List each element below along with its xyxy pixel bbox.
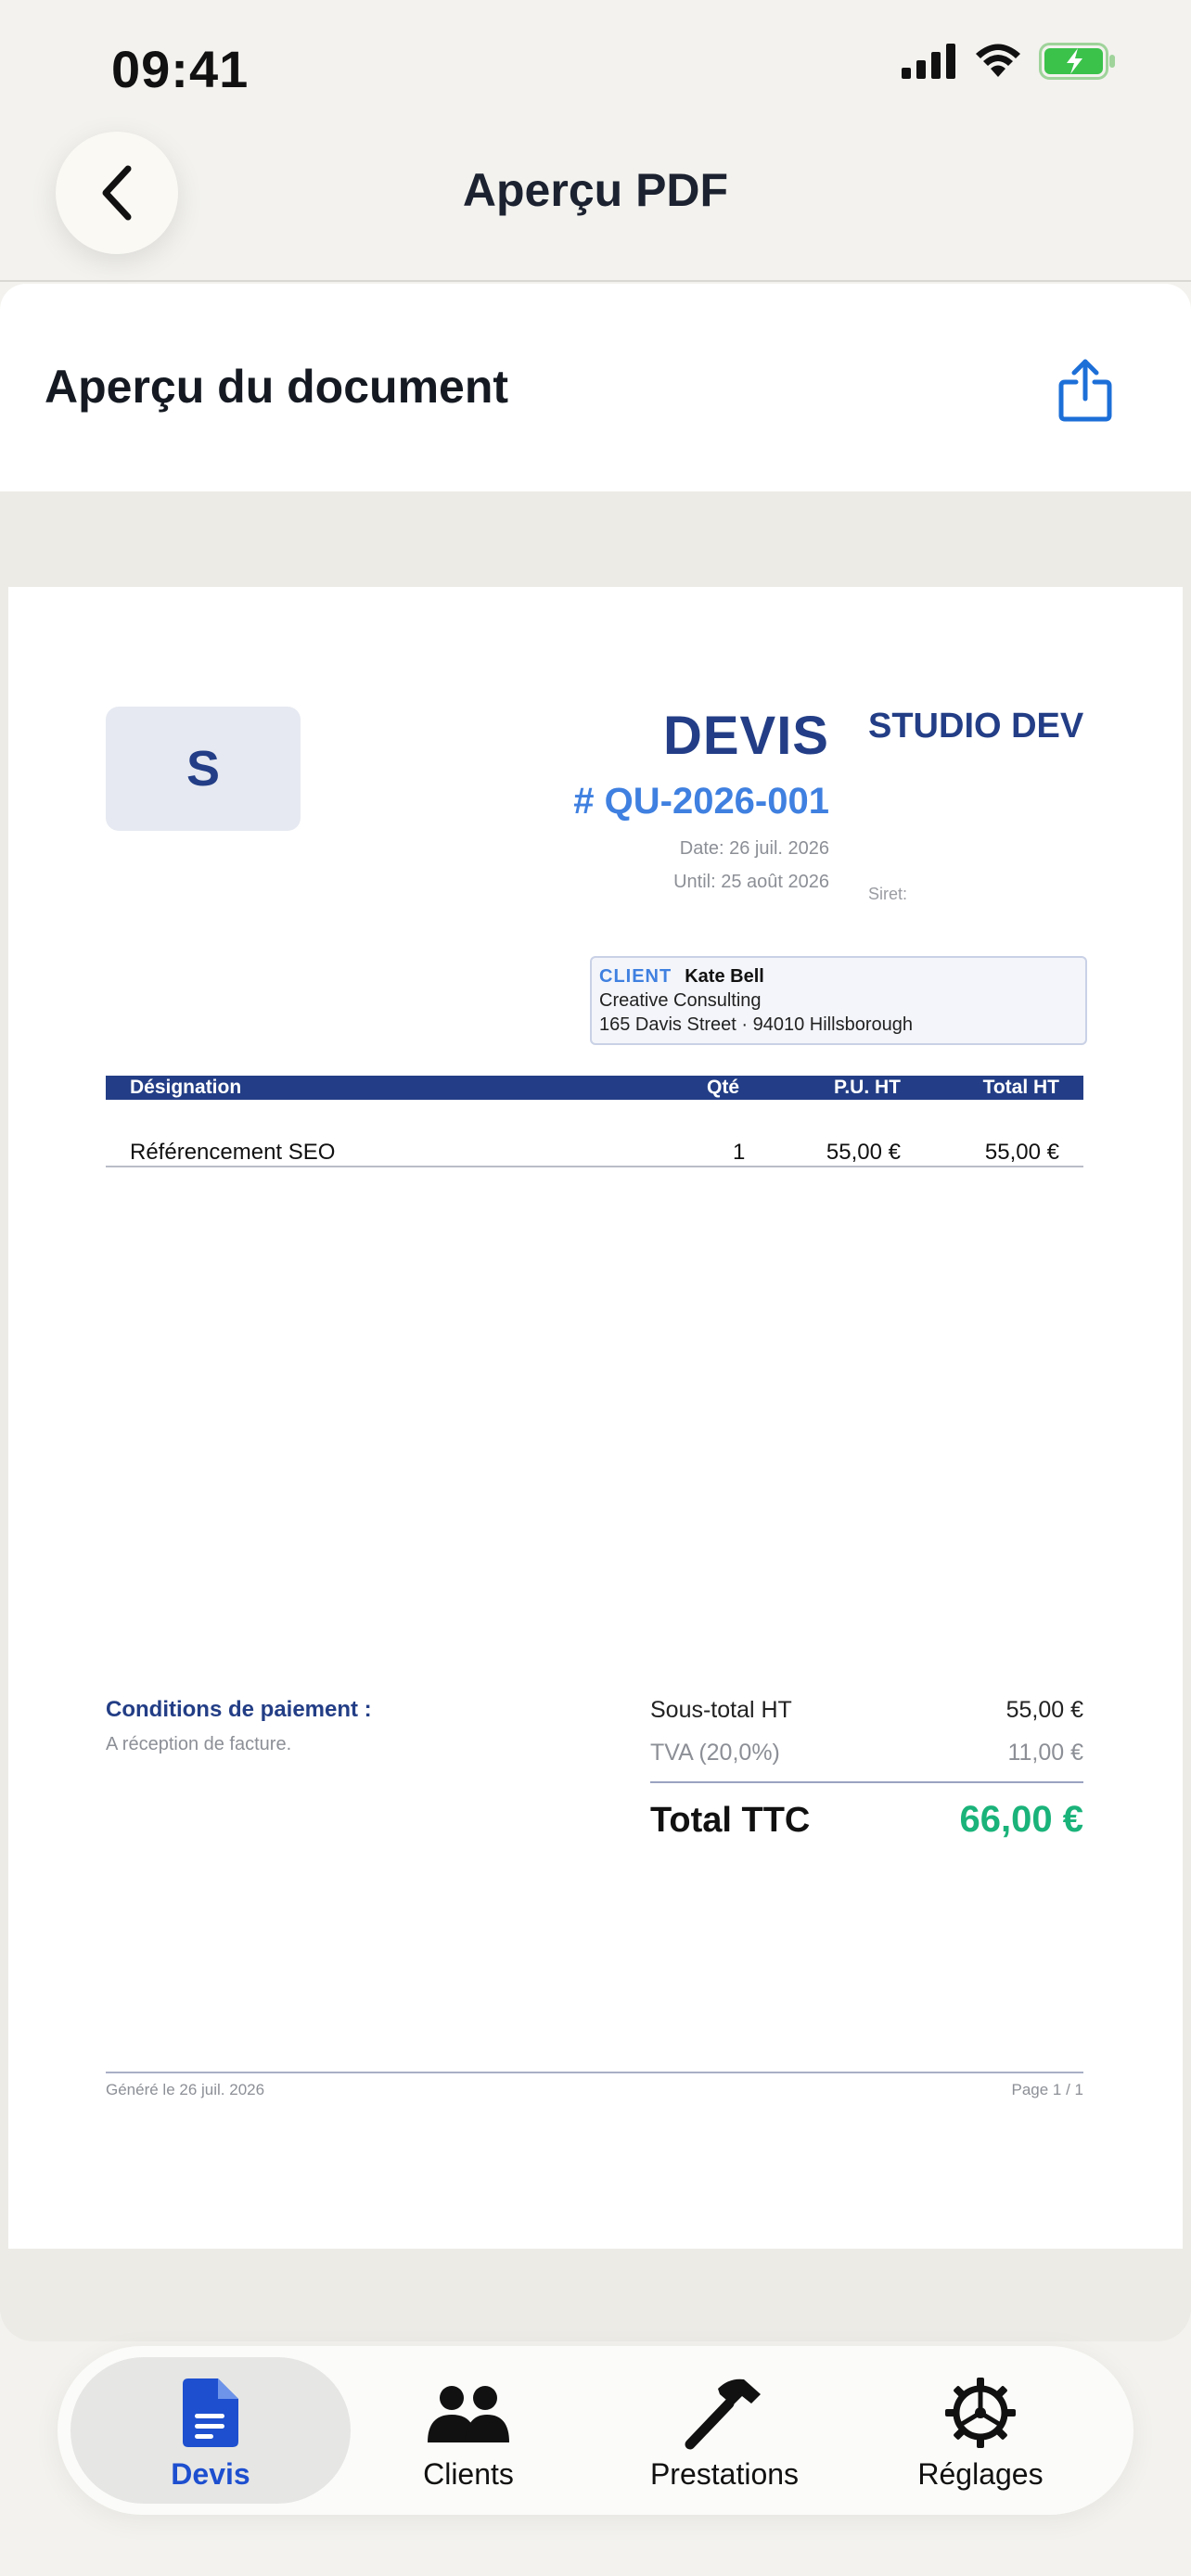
client-address: 165 Davis Street · 94010 Hillsborough (599, 1014, 913, 1035)
tab-label-prestations: Prestations (649, 2457, 800, 2491)
company-name: STUDIO DEV (868, 707, 1084, 746)
people-icon (428, 2386, 509, 2442)
tva-label: TVA (20,0%) (650, 1740, 780, 1766)
share-button[interactable] (1056, 358, 1115, 423)
document-icon (183, 2378, 238, 2447)
tab-devis[interactable]: Devis (70, 2357, 351, 2504)
tab-prestations[interactable]: Prestations (584, 2357, 864, 2504)
row-divider (106, 1166, 1083, 1167)
column-header-qty: Qté (707, 1077, 740, 1098)
signal-icon (902, 44, 955, 79)
column-header-designation: Désignation (130, 1077, 242, 1098)
document-type: DEVIS (662, 706, 829, 766)
tab-label-clients: Clients (423, 2457, 514, 2491)
subtotal-label: Sous-total HT (650, 1697, 792, 1723)
nav-divider (0, 280, 1191, 282)
document-number: # QU-2026-001 (573, 781, 829, 822)
footer-divider (106, 2072, 1083, 2073)
section-title: Aperçu du document (45, 361, 509, 413)
subtotal-value: 55,00 € (1005, 1697, 1083, 1723)
row-designation: Référencement SEO (130, 1140, 336, 1165)
table-header (106, 1076, 1083, 1100)
status-time: 09:41 (111, 40, 250, 98)
page-title: Aperçu PDF (462, 164, 729, 216)
share-icon (1058, 359, 1112, 422)
total-ttc-label: Total TTC (650, 1801, 811, 1840)
client-header: CLIENT Kate Bell (599, 966, 764, 988)
pdf-page (8, 587, 1183, 2249)
company-siret: Siret: (868, 885, 908, 903)
tab-clients[interactable]: Clients (328, 2357, 608, 2504)
client-tag: CLIENT (599, 966, 672, 987)
footer-generated: Généré le 26 juil. 2026 (106, 2081, 265, 2098)
footer-page-number: Page 1 / 1 (1011, 2081, 1083, 2098)
totals-divider (650, 1781, 1083, 1783)
row-qty: 1 (733, 1140, 746, 1165)
tab-label-reglages: Réglages (917, 2457, 1044, 2491)
tab-reglages[interactable]: Réglages (840, 2357, 1121, 2504)
company-logo: S (106, 707, 301, 831)
client-name: Kate Bell (685, 966, 764, 987)
document-date: Date: 26 juil. 2026 (679, 838, 829, 859)
document-validity: Until: 25 août 2026 (673, 872, 829, 892)
column-header-total: Total HT (982, 1077, 1059, 1098)
total-ttc-value: 66,00 € (959, 1799, 1083, 1840)
payment-terms-title: Conditions de paiement : (106, 1697, 372, 1722)
column-header-unit-price: P.U. HT (834, 1077, 901, 1098)
hammer-icon (685, 2378, 761, 2450)
battery-icon (1039, 43, 1115, 80)
client-company: Creative Consulting (599, 990, 762, 1011)
tva-value: 11,00 € (1007, 1740, 1083, 1766)
status-icons (902, 43, 1117, 80)
tab-label-devis: Devis (171, 2457, 250, 2491)
row-unit-price: 55,00 € (826, 1140, 901, 1165)
payment-terms-text: A réception de facture. (106, 1734, 292, 1754)
wifi-icon (976, 44, 1020, 77)
row-total: 55,00 € (984, 1140, 1059, 1165)
gear-icon (945, 2378, 1016, 2448)
